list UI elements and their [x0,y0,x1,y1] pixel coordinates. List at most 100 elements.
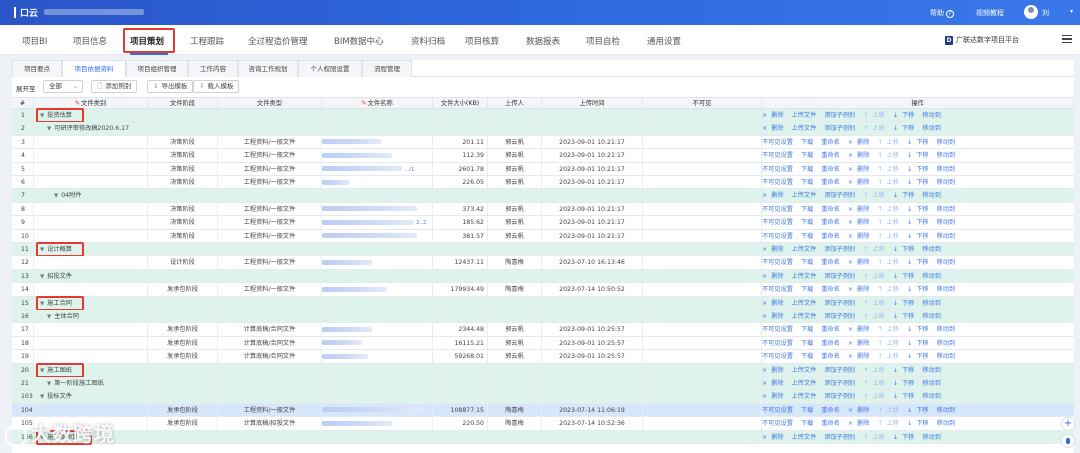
action-5[interactable]: ↓ 下移 [907,286,933,293]
blurred-file-name[interactable] [322,326,372,332]
action-5[interactable]: ↓ 下移 [907,179,933,186]
action-2[interactable]: 重命名 [821,233,844,240]
subtab[interactable]: 咨询工作规划 [238,60,298,77]
add-category-button[interactable]: 🗋 添加例别 [91,80,138,93]
category-cell[interactable]: ▼ 可研评审修改稿2020.6.17 [34,122,148,136]
action-0[interactable]: 不可见设置 [762,420,797,427]
expand-caret-icon[interactable]: ▼ [54,193,58,199]
action-4[interactable]: ↓ 下移 [893,273,919,280]
action-3[interactable]: × 删除 [848,259,874,266]
action-5[interactable]: ↓ 下移 [907,206,933,213]
expand-caret-icon[interactable]: ▼ [47,314,51,320]
action-3[interactable]: × 删除 [848,340,874,347]
action-0[interactable]: 不可见设置 [762,206,797,213]
category-row[interactable]: 2 ▼ 可研评审修改稿2020.6.17 × 删除 上传文件 添加子例别 ↑ 上移 ↓ 下移 移动到 [12,122,1074,136]
action-1[interactable]: 下载 [801,326,817,333]
action-1[interactable]: 下载 [801,233,817,240]
action-6[interactable]: 移动到 [937,326,960,333]
chevron-down-icon[interactable]: ▾ [1070,8,1073,15]
action-2[interactable]: 重命名 [821,152,844,159]
action-4[interactable]: ↓ 下移 [893,246,919,253]
category-row[interactable]: 16 ▼ 主体合同 × 删除 上传文件 添加子例别 ↑ 上移 ↓ 下移 移动到 [12,310,1074,324]
file-name[interactable]: ...l1 [322,162,433,176]
file-name[interactable]: 2..2 [322,216,433,230]
action-0[interactable]: × 删除 [762,192,788,199]
action-4[interactable]: ↑ 上移 [877,259,903,266]
action-0[interactable]: × 删除 [762,273,788,280]
subtab[interactable]: 工作内容 [188,60,238,77]
action-2[interactable]: 添加子例别 [824,192,859,199]
action-4[interactable]: ↓ 下移 [893,313,919,320]
action-2[interactable]: 添加子例别 [824,380,859,387]
action-6[interactable]: 移动到 [937,233,960,240]
action-4[interactable]: ↓ 下移 [893,393,919,400]
action-3[interactable]: × 删除 [848,219,874,226]
action-0[interactable]: × 删除 [762,300,788,307]
action-4[interactable]: ↑ 上移 [877,340,903,347]
action-1[interactable]: 下载 [801,286,817,293]
import-template-button[interactable]: ⇩ 载入模板 [193,80,240,93]
action-2[interactable]: 添加子例别 [824,125,859,132]
nav-item[interactable]: 全过程造价管理 [248,35,308,47]
action-5[interactable]: 移动到 [922,112,945,119]
action-3[interactable]: × 删除 [848,233,874,240]
action-4[interactable]: ↓ 下移 [893,192,919,199]
action-2[interactable]: 重命名 [821,219,844,226]
action-4[interactable]: ↓ 下移 [893,434,919,441]
action-5[interactable]: 移动到 [922,192,945,199]
file-name[interactable] [322,135,433,149]
action-3[interactable]: × 删除 [848,353,874,360]
action-5[interactable]: ↓ 下移 [907,152,933,159]
file-name[interactable] [322,417,433,431]
action-1[interactable]: 下载 [801,259,817,266]
action-4[interactable]: ↑ 上移 [877,219,903,226]
blurred-file-name[interactable] [322,353,368,359]
expand-caret-icon[interactable]: ▼ [40,394,44,400]
action-1[interactable]: 上传文件 [792,393,821,400]
action-4[interactable]: ↓ 下移 [893,367,919,374]
action-0[interactable]: × 删除 [762,313,788,320]
action-3[interactable]: ↑ 上移 [863,192,889,199]
subtab[interactable]: 流程管理 [362,60,412,77]
action-0[interactable]: × 删除 [762,112,788,119]
action-6[interactable]: 移动到 [937,179,960,186]
video-tutorial-link[interactable]: 视频教程 [976,8,1004,18]
file-row[interactable]: 10 决策阶段 工程资料/一般文件 381.57 郭云帆 2023-09-01 10:21… [12,229,1074,243]
action-4[interactable]: ↑ 上移 [877,206,903,213]
platform-brand[interactable]: D 广联达数字项目平台 [945,35,1019,45]
nav-item[interactable]: 数据报表 [526,35,560,47]
action-5[interactable]: ↓ 下移 [907,353,933,360]
action-2[interactable]: 添加子例别 [824,273,859,280]
action-3[interactable]: ↑ 上移 [863,380,889,387]
action-2[interactable]: 重命名 [821,340,844,347]
action-5[interactable]: 移动到 [922,246,945,253]
action-5[interactable]: ↓ 下移 [907,166,933,173]
action-3[interactable]: ↑ 上移 [863,300,889,307]
file-row[interactable]: 3 决策阶段 工程资料/一般文件 201.11 郭云帆 2023-09-01 10:21:… [12,135,1074,150]
blurred-file-name[interactable] [322,286,387,292]
action-1[interactable]: 下载 [801,420,817,427]
action-6[interactable]: 移动到 [937,166,960,173]
help-link[interactable]: 帮助? [930,8,954,18]
action-0[interactable]: 不可见设置 [762,166,797,173]
blurred-file-name[interactable] [322,233,417,239]
file-row[interactable]: 8 决策阶段 工程资料/一般文件 373.42 郭云帆 2023-09-01 10:21:… [12,202,1074,217]
subtab[interactable]: 项目要点 [12,60,62,77]
action-1[interactable]: 下载 [801,353,817,360]
file-name[interactable] [322,283,433,297]
action-1[interactable]: 上传文件 [792,192,821,199]
action-2[interactable]: 重命名 [821,259,844,266]
action-1[interactable]: 上传文件 [792,112,821,119]
nav-item[interactable]: 资料归档 [411,35,445,47]
action-5[interactable]: ↓ 下移 [907,420,933,427]
action-3[interactable]: × 删除 [848,152,874,159]
expand-caret-icon[interactable]: ▼ [40,274,44,280]
file-row[interactable]: 14 发承包阶段 工程资料/一般文件 179934.49 陶喜梅 2023-07-14 1… [12,283,1074,297]
action-0[interactable]: 不可见设置 [762,286,797,293]
action-2[interactable]: 添加子例别 [824,367,859,374]
category-cell[interactable]: ▼ 04附件 [34,189,148,203]
action-2[interactable]: 重命名 [821,179,844,186]
action-5[interactable]: ↓ 下移 [907,340,933,347]
action-6[interactable]: 移动到 [937,286,960,293]
action-2[interactable]: 添加子例别 [824,112,859,119]
